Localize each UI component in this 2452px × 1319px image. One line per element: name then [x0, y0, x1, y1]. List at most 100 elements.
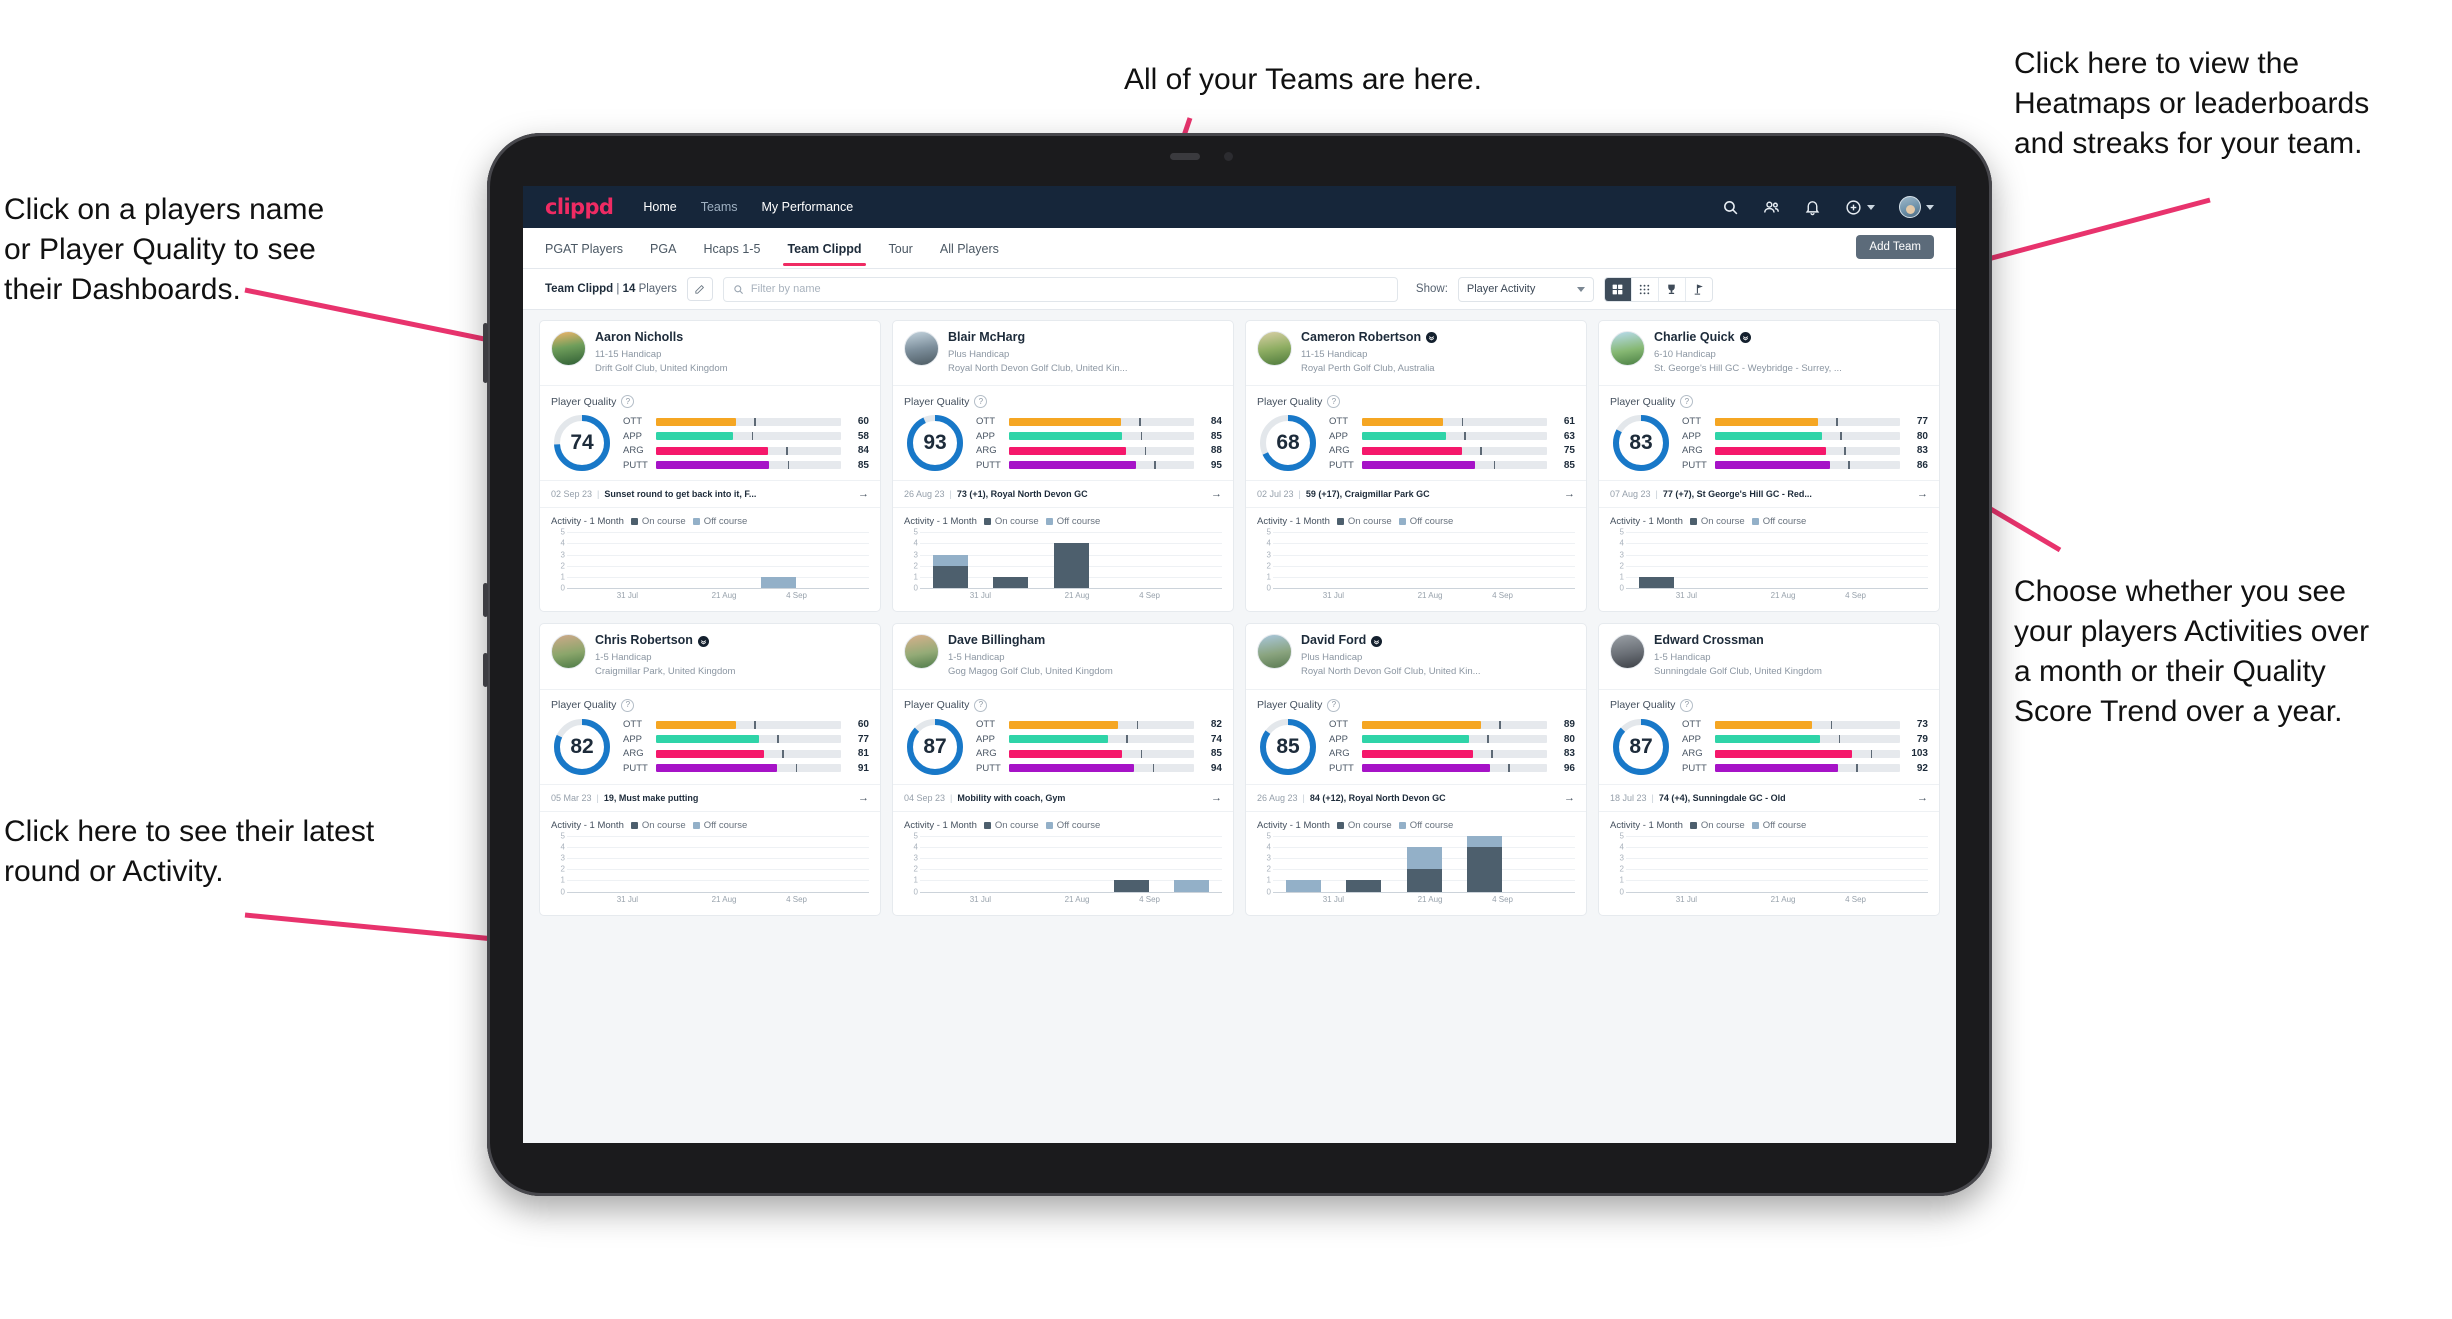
- y-tick: 2: [913, 864, 918, 874]
- player-quality-section[interactable]: Player Quality? 85 OTT 89 APP 80 ARG 83 PUTT 96: [1246, 690, 1586, 784]
- search-icon[interactable]: [1722, 199, 1739, 216]
- latest-round-row[interactable]: 02 Sep 23 | Sunset round to get back into …: [540, 480, 880, 509]
- player-card[interactable]: Cameron Robertson 11-15 Handicap Royal Per…: [1245, 320, 1587, 613]
- player-card[interactable]: Blair McHarg Plus Handicap Royal North Dev…: [892, 320, 1234, 613]
- help-icon[interactable]: ?: [621, 395, 635, 409]
- latest-round-row[interactable]: 26 Aug 23 | 73 (+1), Royal North Devon GC →: [893, 480, 1233, 509]
- help-icon[interactable]: ?: [974, 395, 988, 409]
- help-icon[interactable]: ?: [1680, 698, 1694, 712]
- legend-off-course-label: Off course: [1056, 516, 1101, 528]
- tab-pga[interactable]: PGA: [650, 231, 676, 266]
- player-name[interactable]: Aaron Nicholls: [595, 330, 728, 345]
- player-card[interactable]: David Ford Plus Handicap Royal North Devon…: [1245, 623, 1587, 916]
- player-card[interactable]: Dave Billingham 1-5 Handicap Gog Magog Gol…: [892, 623, 1234, 916]
- help-icon[interactable]: ?: [621, 698, 635, 712]
- y-tick: 4: [560, 538, 565, 548]
- player-name[interactable]: Edward Crossman: [1654, 634, 1822, 648]
- arrow-right-icon[interactable]: →: [858, 792, 869, 804]
- search-input[interactable]: Filter by name: [722, 276, 1398, 302]
- account-menu[interactable]: [1899, 196, 1934, 218]
- bell-icon[interactable]: [1804, 199, 1821, 216]
- plus-circle-icon[interactable]: [1845, 199, 1862, 216]
- dots-grid-view-icon[interactable]: [1632, 277, 1659, 301]
- avatar[interactable]: [1899, 196, 1921, 218]
- player-card[interactable]: Chris Robertson 1-5 Handicap Craigmillar P…: [539, 623, 881, 916]
- activity-chart: 0 1 2 3 4 5 31 Jul 21 Aug 4 Sep: [1610, 528, 1928, 602]
- tab-team-clippd[interactable]: Team Clippd: [783, 231, 866, 266]
- clippd-logo[interactable]: clippd: [545, 195, 614, 219]
- player-name[interactable]: David Ford: [1301, 634, 1481, 648]
- quality-score: 68: [1276, 431, 1300, 455]
- people-icon[interactable]: [1763, 199, 1780, 216]
- player-quality-section[interactable]: Player Quality? 83 OTT 77 APP 80 ARG 83 PUTT 86: [1599, 386, 1939, 480]
- flag-view-icon[interactable]: [1686, 278, 1712, 301]
- tab-all-players[interactable]: All Players: [940, 231, 999, 266]
- player-quality-label: Player Quality?: [551, 395, 869, 409]
- show-select[interactable]: Player Activity: [1457, 276, 1594, 302]
- metric-label: APP: [1682, 733, 1702, 745]
- nav-link-my-performance[interactable]: My Performance: [762, 200, 854, 214]
- legend-off-course: Off course: [1045, 820, 1100, 831]
- grid-view-icon[interactable]: [1604, 277, 1632, 301]
- arrow-right-icon[interactable]: →: [1211, 488, 1222, 500]
- quality-ring: 87: [904, 716, 966, 778]
- player-name[interactable]: Dave Billingham: [948, 634, 1113, 648]
- x-tick: 4 Sep: [1139, 894, 1160, 904]
- avatar[interactable]: [1610, 634, 1645, 670]
- avatar[interactable]: [551, 634, 586, 670]
- arrow-right-icon[interactable]: →: [1564, 792, 1575, 804]
- metric-track: [656, 432, 841, 441]
- player-quality-section[interactable]: Player Quality? 82 OTT 60 APP 77 ARG 81 PUTT 91: [540, 690, 880, 784]
- arrow-right-icon[interactable]: →: [1917, 792, 1928, 804]
- latest-round-row[interactable]: 07 Aug 23 | 77 (+7), St George's Hill GC -…: [1599, 480, 1939, 509]
- player-name[interactable]: Blair McHarg: [948, 330, 1128, 345]
- activity-chart: 0 1 2 3 4 5 31 Jul 21 Aug 4 Sep: [1257, 528, 1575, 602]
- avatar[interactable]: [1610, 331, 1645, 366]
- latest-round-row[interactable]: 05 Mar 23 | 19, Must make putting →: [540, 783, 880, 812]
- help-icon[interactable]: ?: [1327, 698, 1341, 712]
- avatar[interactable]: [904, 331, 939, 366]
- arrow-right-icon[interactable]: →: [858, 488, 869, 500]
- player-name[interactable]: Cameron Robertson: [1301, 330, 1438, 345]
- player-card[interactable]: Edward Crossman 1-5 Handicap Sunningdale G…: [1598, 623, 1940, 916]
- player-card[interactable]: Charlie Quick 6-10 Handicap St. George's H…: [1598, 320, 1940, 613]
- player-quality-section[interactable]: Player Quality? 68 OTT 61 APP 63 ARG 75 PUTT 85: [1246, 386, 1586, 480]
- avatar[interactable]: [904, 634, 939, 670]
- help-icon[interactable]: ?: [974, 698, 988, 712]
- player-name[interactable]: Charlie Quick: [1654, 330, 1842, 345]
- tab-tour[interactable]: Tour: [889, 231, 913, 266]
- player-name[interactable]: Chris Robertson: [595, 634, 735, 648]
- arrow-right-icon[interactable]: →: [1917, 488, 1928, 500]
- player-quality-section[interactable]: Player Quality? 87 OTT 73 APP 79 ARG 103 PUTT 92: [1599, 690, 1939, 784]
- avatar[interactable]: [1257, 331, 1292, 366]
- arrow-right-icon[interactable]: →: [1564, 488, 1575, 500]
- player-quality-section[interactable]: Player Quality? 74 OTT 60 APP 58 ARG 84 PUTT 85: [540, 386, 880, 480]
- latest-round-row[interactable]: 26 Aug 23 | 84 (+12), Royal North Devon GC…: [1246, 783, 1586, 812]
- player-quality-section[interactable]: Player Quality? 93 OTT 84 APP 85 ARG 88 PUTT 95: [893, 386, 1233, 480]
- latest-round-row[interactable]: 18 Jul 23 | 74 (+4), Sunningdale GC - Old →: [1599, 783, 1939, 812]
- add-team-button[interactable]: Add Team: [1856, 235, 1934, 259]
- plus-circle-menu[interactable]: [1845, 199, 1875, 216]
- help-icon[interactable]: ?: [1680, 395, 1694, 409]
- tab-hcaps-1-5[interactable]: Hcaps 1-5: [703, 231, 760, 266]
- metric-benchmark-tick: [1848, 461, 1850, 470]
- player-quality-section[interactable]: Player Quality? 87 OTT 82 APP 74 ARG 85 PUTT 94: [893, 690, 1233, 784]
- legend-off-course: Off course: [692, 516, 747, 527]
- help-icon[interactable]: ?: [1327, 395, 1341, 409]
- metric-row: PUTT 92: [1682, 763, 1928, 774]
- nav-link-home[interactable]: Home: [643, 200, 676, 214]
- trophy-view-icon[interactable]: [1659, 277, 1686, 301]
- avatar[interactable]: [551, 331, 586, 366]
- metric-bars: OTT 84 APP 85 ARG 88 PUTT 95: [976, 416, 1222, 471]
- latest-round-row[interactable]: 02 Jul 23 | 59 (+17), Craigmillar Park GC →: [1246, 480, 1586, 509]
- tab-pgat-players[interactable]: PGAT Players: [545, 231, 623, 266]
- x-tick: 31 Jul: [969, 591, 992, 601]
- edit-team-button[interactable]: [686, 277, 713, 301]
- arrow-right-icon[interactable]: →: [1211, 792, 1222, 804]
- latest-round-row[interactable]: 04 Sep 23 | Mobility with coach, Gym →: [893, 783, 1233, 812]
- player-card-header: Chris Robertson 1-5 Handicap Craigmillar P…: [540, 624, 880, 690]
- player-quality-title: Player Quality: [904, 395, 970, 408]
- player-card[interactable]: Aaron Nicholls 11-15 Handicap Drift Golf C…: [539, 320, 881, 613]
- nav-link-teams[interactable]: Teams: [701, 200, 738, 214]
- avatar[interactable]: [1257, 634, 1292, 670]
